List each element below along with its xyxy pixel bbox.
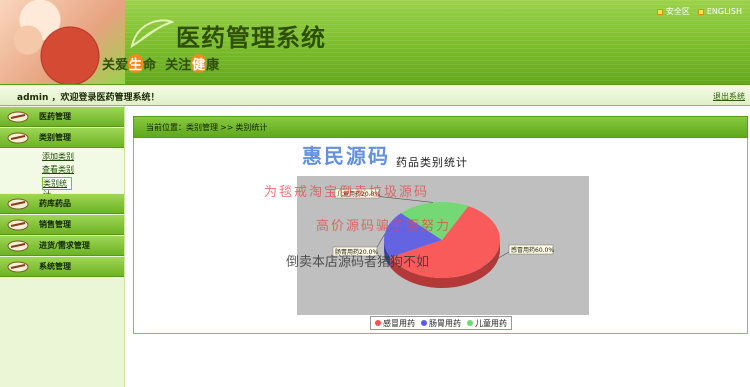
user-bar: admin ，欢迎登录医药管理系统！ 退出系统 xyxy=(0,84,750,106)
legend-swatch xyxy=(421,320,427,326)
sidebar-item-stock[interactable]: 药库药品 xyxy=(0,194,124,214)
breadcrumb-current: 类别统计 xyxy=(235,122,268,132)
chart-legend: 感冒用药 肠胃用药 儿童用药 xyxy=(370,316,512,330)
top-link-label: ENGLISH xyxy=(706,7,742,16)
legend-swatch xyxy=(467,320,473,326)
legend-item: 儿童用药 xyxy=(467,318,507,329)
sidebar-item-label: 销售管理 xyxy=(39,220,71,229)
breadcrumb-link-category[interactable]: 类别管理 xyxy=(186,122,218,133)
sidebar-item-system[interactable]: 系统管理 xyxy=(0,257,124,277)
pen-icon xyxy=(7,240,29,251)
header-banner: 医药管理系统 关爱生命 关注健康 安全区 ENGLISH xyxy=(0,0,750,84)
sidebar-item-category[interactable]: 类别管理 xyxy=(0,128,124,148)
watermark-text: 倒卖本店源码者猪狗不如 xyxy=(286,255,430,270)
watermark-brand: 惠民源码 xyxy=(302,144,390,168)
pen-icon xyxy=(7,219,29,230)
watermark-text: 为毯戒淘宝倒卖垃圾源码 xyxy=(264,185,430,200)
legend-item: 肠胃用药 xyxy=(421,318,461,329)
logout-link[interactable]: 退出系统 xyxy=(713,91,745,102)
chart-title: 药品类别统计 xyxy=(396,156,468,169)
system-title: 医药管理系统 xyxy=(176,23,326,52)
top-link-secure[interactable]: 安全区 xyxy=(656,6,690,17)
slogan-highlight: 健 xyxy=(191,54,207,73)
breadcrumb-separator: >> xyxy=(220,122,234,132)
content-panel: 当前位置： 类别管理 >> 类别统计 感冒用药60.0% 肠胃用药20.0% 儿童用… xyxy=(133,116,748,334)
legend-label: 肠胃用药 xyxy=(429,318,461,328)
legend-label: 感冒用药 xyxy=(383,318,415,328)
slogan-highlight: 生 xyxy=(128,54,144,73)
legend-swatch xyxy=(375,320,381,326)
slogan: 关爱生命 关注健康 xyxy=(102,54,219,73)
chart-container: 感冒用药60.0% 肠胃用药20.0% 儿童用药20.0% 药品类别统计 感冒用药 … xyxy=(133,138,748,334)
sidebar: 医药管理 类别管理 添加类别 查看类别 类别统计 药库药品 销售管理 进货/需求… xyxy=(0,106,125,387)
submenu-view-category[interactable]: 查看类别 xyxy=(42,164,124,177)
top-link-label: 安全区 xyxy=(665,7,690,16)
slogan-part: 命 关注 xyxy=(143,58,192,73)
slogan-part: 关爱 xyxy=(102,58,129,73)
sidebar-item-label: 类别管理 xyxy=(39,133,71,142)
category-submenu: 添加类别 查看类别 类别统计 xyxy=(0,148,124,199)
pen-icon xyxy=(7,198,29,209)
pen-icon xyxy=(7,261,29,272)
slice-label: 感冒用药60.0% xyxy=(511,246,554,254)
sidebar-item-label: 进货/需求管理 xyxy=(39,241,90,250)
top-links: 安全区 ENGLISH xyxy=(656,6,742,17)
sidebar-item-label: 医药管理 xyxy=(39,112,71,121)
slogan-part: 康 xyxy=(206,58,220,73)
yellow-square-icon xyxy=(656,8,663,15)
sidebar-item-sales[interactable]: 销售管理 xyxy=(0,215,124,235)
top-link-english[interactable]: ENGLISH xyxy=(697,6,742,17)
welcome-text: admin ，欢迎登录医药管理系统！ xyxy=(17,93,160,103)
pen-icon xyxy=(7,132,29,143)
legend-label: 儿童用药 xyxy=(475,318,507,328)
submenu-category-stats[interactable]: 类别统计 xyxy=(42,177,72,199)
leaf-logo-icon xyxy=(130,19,174,49)
sidebar-item-label: 系统管理 xyxy=(39,262,71,271)
yellow-square-icon xyxy=(697,8,704,15)
pen-icon xyxy=(7,111,29,122)
main-content: 当前位置： 类别管理 >> 类别统计 感冒用药60.0% 肠胃用药20.0% 儿童用… xyxy=(125,106,750,387)
watermark-text: 高价源码骗子而努力 xyxy=(316,219,452,234)
breadcrumb-prefix: 当前位置： xyxy=(146,122,186,132)
sidebar-item-label: 药库药品 xyxy=(39,199,71,208)
app-window: 医药管理系统 关爱生命 关注健康 安全区 ENGLISH admin ，欢迎登录… xyxy=(0,0,750,387)
breadcrumb: 当前位置： 类别管理 >> 类别统计 xyxy=(133,116,748,138)
sidebar-item-medicine[interactable]: 医药管理 xyxy=(0,107,124,127)
submenu-add-category[interactable]: 添加类别 xyxy=(42,151,124,164)
sidebar-item-purchase[interactable]: 进货/需求管理 xyxy=(0,236,124,256)
legend-item: 感冒用药 xyxy=(375,318,415,329)
